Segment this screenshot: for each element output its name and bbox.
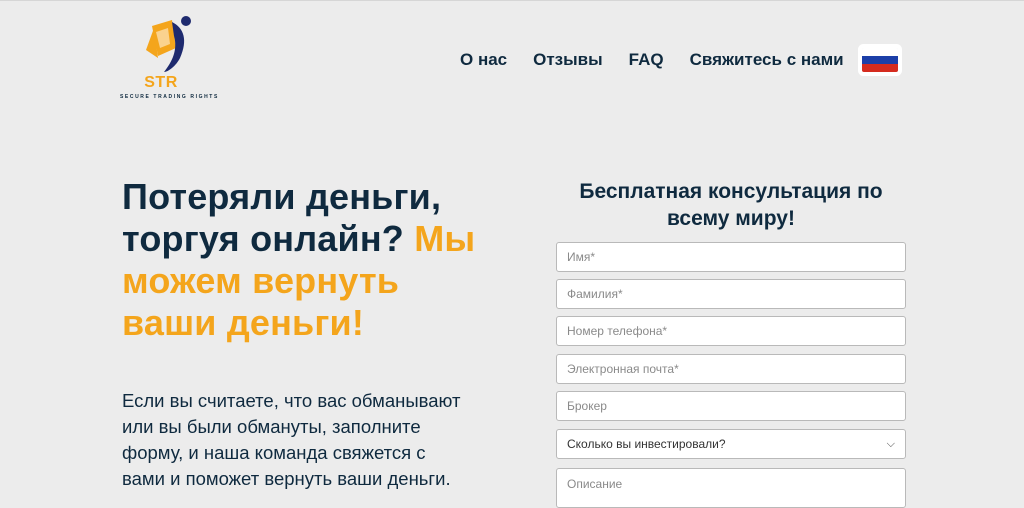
nav-item-about[interactable]: О нас [460, 50, 507, 70]
logo[interactable]: STR SECURE TRADING RIGHTS [120, 12, 219, 102]
hero-headline: Потеряли деньги, торгуя онлайн? Мы можем… [122, 176, 482, 344]
nav-item-faq[interactable]: FAQ [629, 50, 664, 70]
headline-dark-text: Потеряли деньги, торгуя онлайн? [122, 176, 442, 259]
invested-amount-select[interactable]: Сколько вы инвестировали? ⌵ [556, 429, 906, 459]
top-border [0, 0, 1024, 1]
description-textarea[interactable] [556, 468, 906, 508]
logo-name: STR [144, 74, 178, 91]
logo-tagline: SECURE TRADING RIGHTS [120, 94, 219, 100]
chevron-down-icon: ⌵ [886, 437, 895, 450]
main-nav: О нас Отзывы FAQ Свяжитесь с нами [460, 48, 898, 72]
phone-input[interactable] [556, 316, 906, 346]
form-title: Бесплатная консультация по всему миру! [579, 180, 883, 230]
logo-mark-icon [146, 16, 191, 72]
hero-lead-text: Если вы считаете, что вас обманывают или… [122, 390, 461, 489]
invested-select-value: Сколько вы инвестировали? [567, 437, 726, 451]
first-name-input[interactable] [556, 242, 906, 272]
email-input[interactable] [556, 354, 906, 384]
broker-input[interactable] [556, 391, 906, 421]
nav-item-contact[interactable]: Свяжитесь с нами [690, 50, 844, 70]
russia-flag-icon[interactable] [861, 48, 898, 72]
nav-item-reviews[interactable]: Отзывы [533, 50, 603, 70]
last-name-input[interactable] [556, 279, 906, 309]
